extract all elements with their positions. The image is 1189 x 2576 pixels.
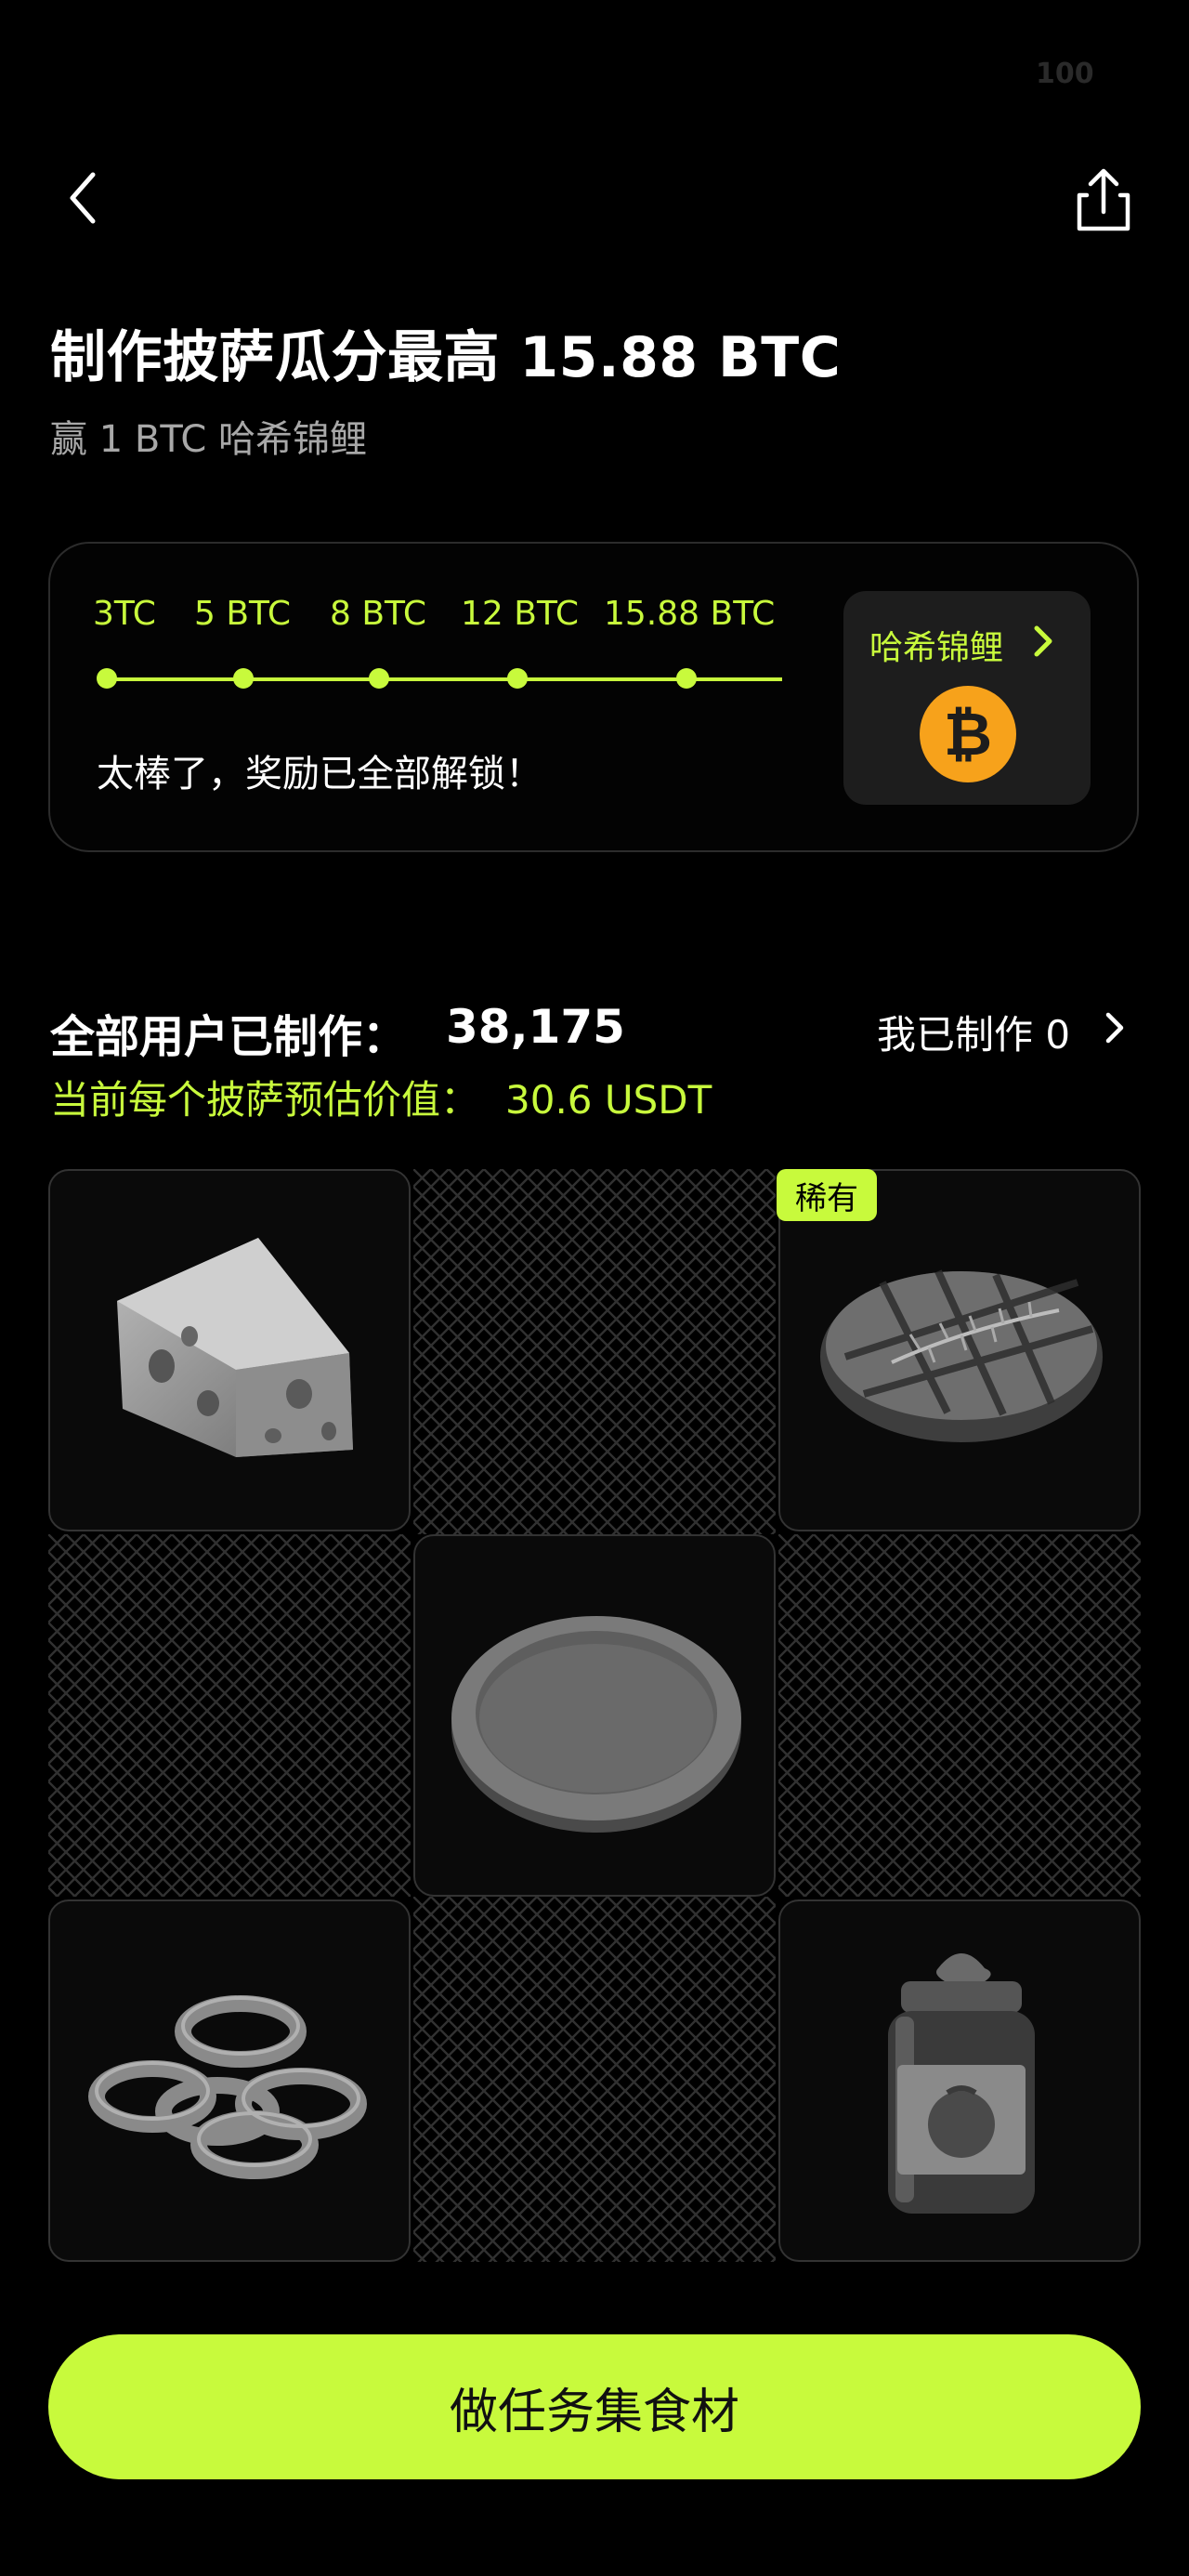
share-button[interactable] [1068, 165, 1139, 236]
all-users-label: 全部用户已制作： [50, 1011, 408, 1063]
empty-slot [413, 1169, 776, 1534]
chevron-left-icon [70, 172, 96, 224]
dough-icon [451, 1616, 741, 1833]
page-title: 制作披萨瓜分最高 15.88 BTC [50, 325, 842, 390]
my-made-link[interactable]: 我已制作 0 [877, 1004, 1070, 1060]
sauce-jar-icon [888, 1953, 1035, 2214]
empty-slot [48, 1534, 411, 1897]
milestone-labels: 3TC 5 BTC 8 BTC 12 BTC 15.88 BTC [93, 595, 790, 651]
page-subtitle: 赢 1 BTC 哈希锦鲤 [50, 418, 368, 461]
reward-label: 哈希锦鲤 [869, 629, 1004, 667]
cheese-icon [117, 1238, 353, 1457]
bitcoin-icon: ₿ [920, 686, 1016, 782]
all-users-count: 38,175 [446, 1000, 625, 1054]
rare-badge: 稀有 [777, 1169, 877, 1221]
progress-dot [676, 668, 697, 689]
ingredient-pizza-base[interactable] [413, 1534, 776, 1897]
ingredient-tomato-sauce[interactable] [778, 1899, 1141, 2262]
progress-dot [507, 668, 528, 689]
share-icon [1077, 168, 1130, 231]
milestone-label: 5 BTC [194, 595, 292, 633]
value-amount: 30.6 USDT [505, 1077, 712, 1123]
chevron-right-icon[interactable] [1102, 1007, 1128, 1048]
back-button[interactable] [52, 165, 117, 230]
ingredient-board [48, 1169, 1141, 2262]
milestone-label: 8 BTC [330, 595, 427, 633]
milestone-label: 15.88 BTC [604, 595, 776, 633]
collect-ingredients-button[interactable]: 做任务集食材 [48, 2334, 1141, 2479]
empty-slot [413, 1897, 776, 2262]
milestone-label: 3TC [93, 595, 156, 633]
chevron-right-icon [1034, 625, 1052, 657]
pizza-value: 当前每个披萨预估价值： 30.6 USDT [50, 1069, 712, 1125]
steak-icon [820, 1269, 1103, 1442]
pepper-rings-icon [88, 1995, 367, 2179]
milestone-label: 12 BTC [461, 595, 579, 633]
value-label: 当前每个披萨预估价值： [50, 1077, 480, 1123]
unlock-status: 太棒了，奖励已全部解锁！ [97, 753, 542, 795]
ingredient-pepper-rings[interactable] [48, 1899, 411, 2262]
progress-dot [233, 668, 254, 689]
progress-dot [97, 668, 117, 689]
battery-level: 100 [1036, 58, 1094, 90]
ingredient-cheese[interactable] [48, 1169, 411, 1531]
empty-slot [778, 1534, 1141, 1897]
progress-dot [369, 668, 389, 689]
ingredient-steak[interactable] [778, 1169, 1141, 1531]
